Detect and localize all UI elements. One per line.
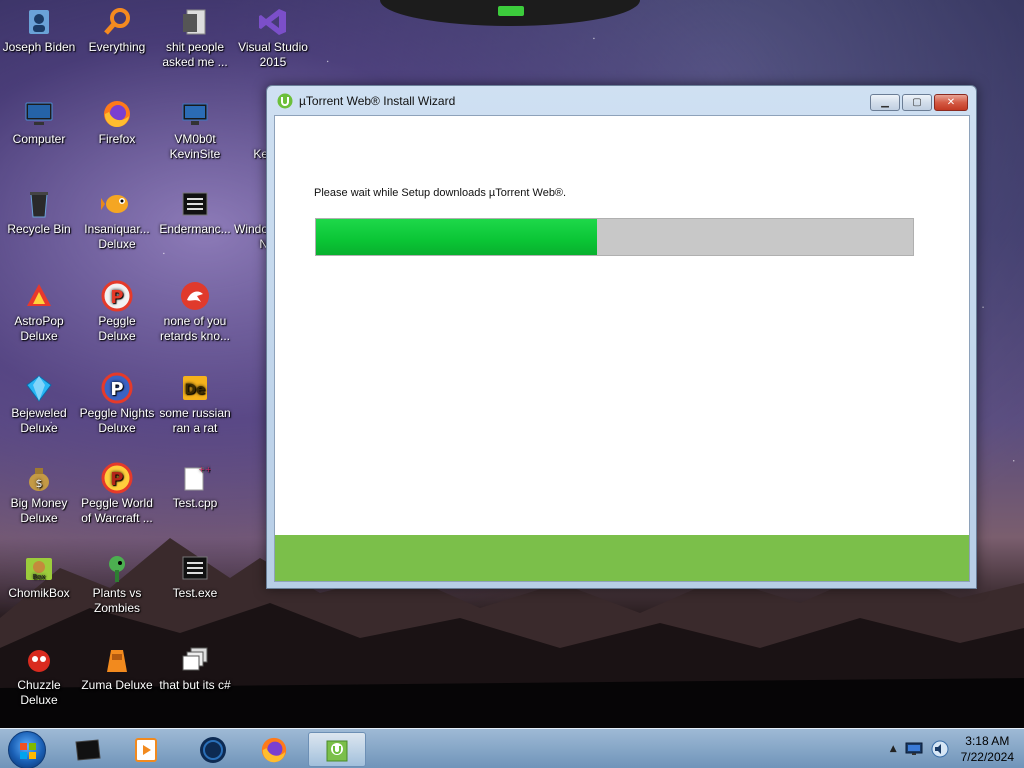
stacked-windows-icon [182,647,208,671]
monitor-icon [182,103,208,125]
close-button[interactable]: ✕ [934,94,968,111]
exe-file-icon [182,556,208,580]
desktop-icon-chomikbox[interactable]: Box ChomikBox [0,552,78,601]
desktop-icon-zuma[interactable]: Zuma Deluxe [78,644,156,693]
firefox-icon [261,737,287,762]
media-player-icon [135,737,157,762]
desktop-icon-bejeweled[interactable]: Bejeweled Deluxe [0,372,78,436]
chomikbox-icon: Box [26,558,52,581]
gem-icon [26,375,52,402]
magnifier-icon [104,8,130,35]
taskbar-clock[interactable]: 3:18 AM 7/22/2024 [961,733,1014,765]
start-button[interactable] [8,731,46,768]
desktop-icon-plants-vs-zombies[interactable]: Plants vs Zombies [78,552,156,616]
desktop-icon-some-russian[interactable]: De some russian ran a rat [156,372,234,436]
desktop-icon-firefox[interactable]: Firefox [78,98,156,147]
globe-icon [200,736,226,763]
visual-studio-icon [259,9,286,35]
installer-window: µTorrent Web® Install Wizard ▁ ▢ ✕ Pleas… [266,85,977,589]
taskbar: ▲ 3:18 AM 7/22/2024 [0,728,1024,768]
volume-icon[interactable] [931,740,949,758]
svg-text:P: P [110,469,123,490]
svg-text:Box: Box [32,573,45,581]
desktop-icon-computer[interactable]: Computer [0,98,78,147]
astropop-icon [27,284,51,306]
system-tray: ▲ 3:18 AM 7/22/2024 [882,729,1024,768]
console-icon [182,192,208,216]
desktop-icon-chuzzle[interactable]: Chuzzle Deluxe [0,644,78,708]
peggle-wow-icon: P [101,462,133,494]
desktop-icon-none-of-you[interactable]: none of you retards kno... [156,280,234,344]
taskbar-item-media-player[interactable] [118,732,174,767]
recycle-bin-icon [30,192,48,218]
desktop-icon-ke-partial[interactable]: Ke [234,98,268,162]
desktop-icon-endermanch[interactable]: Endermanc... [156,188,234,237]
de-file-icon: De [183,376,207,400]
windows-logo-icon [20,743,36,759]
desktop-icon-that-but-its-csharp[interactable]: that but its c# [156,644,234,693]
desktop-icon-recycle-bin[interactable]: Recycle Bin [0,188,78,237]
taskbar-item-firefox[interactable] [246,732,302,767]
desktop-icon-peggle-wow[interactable]: P Peggle World of Warcraft ... [78,462,156,526]
network-icon[interactable] [905,742,923,756]
desktop-icon-test-cpp[interactable]: ++ Test.cpp [156,462,234,511]
window-titlebar[interactable]: µTorrent Web® Install Wizard ▁ ▢ ✕ [267,86,976,116]
desktop-gadget [380,0,640,26]
svg-text:$: $ [36,477,43,490]
close-icon: ✕ [946,97,956,108]
red-circle-app-icon [181,282,209,310]
download-status-text: Please wait while Setup downloads µTorre… [314,187,567,199]
gadget-led [498,6,524,16]
utorrent-icon [277,93,293,109]
peggle-nights-icon: P [101,372,133,404]
desktop-icon-shit-people[interactable]: shit people asked me ... [156,6,234,70]
svg-text:++: ++ [198,465,211,474]
zuma-frog-icon [107,650,127,672]
svg-text:P: P [110,379,123,400]
taskbar-item-utorrent-installer[interactable] [308,732,366,767]
utorrent-installer-icon [326,740,348,761]
clock-date: 7/22/2024 [960,750,1014,764]
desktop-icon-test-exe[interactable]: Test.exe [156,552,234,601]
installer-footer-band [275,535,969,581]
show-hidden-icons-arrow[interactable]: ▲ [890,744,897,754]
desktop-icon-windo-partial[interactable]: Windo N [234,188,268,252]
maximize-button[interactable]: ▢ [902,94,932,111]
terminal-icon [75,738,101,761]
file-icon [183,9,206,35]
cpp-file-icon: ++ [184,465,211,491]
download-progress-bar [315,218,914,256]
desktop-icon-joseph-biden[interactable]: Joseph Biden [0,6,78,55]
minimize-icon: ▁ [881,97,889,108]
desktop-icon-vm0b0t[interactable]: VM0b0t KevinSite [156,98,234,162]
desktop-icon-peggle-nights[interactable]: P Peggle Nights Deluxe [78,372,156,436]
money-bag-icon: $ [29,468,49,491]
desktop-icon-visual-studio[interactable]: Visual Studio 2015 [234,6,312,70]
chuzzle-icon [28,650,50,672]
minimize-button[interactable]: ▁ [870,94,900,111]
desktop-icon-peggle[interactable]: P Peggle Deluxe [78,280,156,344]
peggle-icon: P [101,280,133,312]
computer-icon [25,102,53,125]
desktop-icon-astropop[interactable]: AstroPop Deluxe [0,280,78,344]
installer-content: Please wait while Setup downloads µTorre… [274,115,970,582]
fish-icon [101,195,128,213]
desktop-icon-big-money[interactable]: $ Big Money Deluxe [0,462,78,526]
svg-text:De: De [184,382,205,398]
maximize-icon: ▢ [912,97,922,108]
user-folder-icon [29,10,49,34]
desktop-icon-insaniquarium[interactable]: Insaniquar... Deluxe [78,188,156,252]
desktop-icon-everything[interactable]: Everything [78,6,156,55]
taskbar-item-terminal[interactable] [60,732,116,767]
plant-icon [109,556,125,582]
clock-time: 3:18 AM [965,734,1010,748]
svg-text:P: P [110,287,123,308]
window-title: µTorrent Web® Install Wizard [299,94,456,108]
taskbar-item-globe[interactable] [185,732,241,767]
download-progress-fill [316,219,597,255]
firefox-icon [104,101,130,128]
